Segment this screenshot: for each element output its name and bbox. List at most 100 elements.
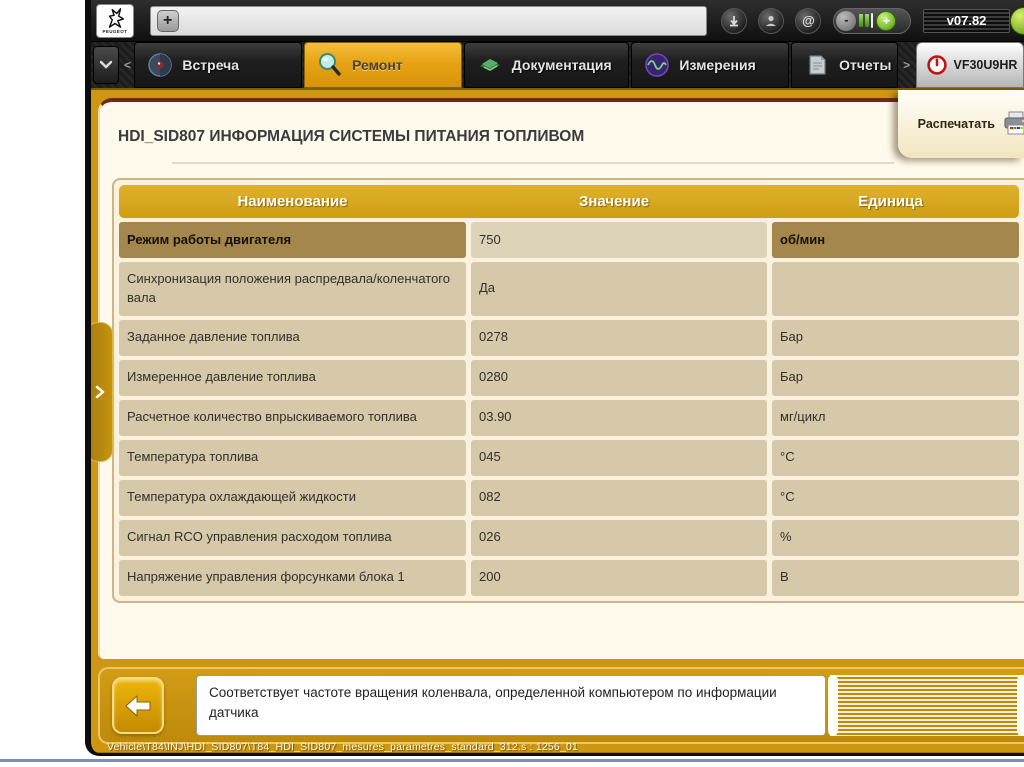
name-cell[interactable]: Температура охлаждающей жидкости <box>119 480 466 516</box>
window-bottom-edge <box>91 752 1024 756</box>
table-row[interactable]: Температура топлива 045 °C <box>119 440 1019 476</box>
parameters-table: Наименование Значение Единица Режим рабо… <box>112 178 1024 603</box>
chevron-right-icon <box>95 385 105 399</box>
name-cell[interactable]: Заданное давление топлива <box>119 320 466 356</box>
unit-cell[interactable] <box>772 262 1019 316</box>
tab-label: Ремонт <box>352 57 403 73</box>
tab-measurements[interactable]: Измерения <box>631 42 789 88</box>
tab-label: Отчеты <box>839 57 891 73</box>
parameter-description: Соответствует частоте вращения коленвала… <box>196 675 826 736</box>
magnifier-icon <box>317 52 343 78</box>
email-button[interactable]: @ <box>795 8 821 34</box>
value-cell[interactable]: 082 <box>471 480 767 516</box>
value-cell[interactable]: 0278 <box>471 320 767 356</box>
back-arrow-icon <box>123 694 153 718</box>
print-label: Распечатать <box>918 117 995 131</box>
name-cell[interactable]: Сигнал RCO управления расходом топлива <box>119 520 466 556</box>
toolbar-buttons: @ <box>721 8 821 34</box>
slider-bars <box>859 13 873 28</box>
name-cell[interactable]: Температура топлива <box>119 440 466 476</box>
unit-cell[interactable]: мг/цикл <box>772 400 1019 436</box>
value-cell[interactable]: 045 <box>471 440 767 476</box>
zoom-in-button[interactable]: + <box>876 11 896 31</box>
unit-cell[interactable]: Бар <box>772 320 1019 356</box>
tab-label: Измерения <box>679 57 755 73</box>
zoom-out-button[interactable]: - <box>836 11 856 31</box>
report-icon <box>804 52 830 78</box>
unit-cell[interactable]: °C <box>772 440 1019 476</box>
name-cell[interactable]: Расчетное количество впрыскиваемого топл… <box>119 400 466 436</box>
chevron-down-icon <box>99 60 113 70</box>
address-bar[interactable]: + <box>150 6 708 36</box>
download-button[interactable] <box>721 8 747 34</box>
title-divider <box>172 162 894 164</box>
tab-scroll-left[interactable]: < <box>121 42 135 88</box>
user-button[interactable] <box>758 8 784 34</box>
zoom-slider[interactable]: - + <box>833 8 910 34</box>
unit-cell[interactable]: °C <box>772 480 1019 516</box>
name-cell[interactable]: Напряжение управления форсунками блока 1 <box>119 560 466 596</box>
print-button[interactable]: Распечатать <box>898 90 1024 158</box>
decorative-stripes <box>830 675 1024 736</box>
vehicle-vin-label: VF30U9HR <box>954 58 1018 72</box>
tab-meeting[interactable]: Встреча <box>134 42 302 88</box>
meeting-icon <box>147 52 173 78</box>
side-panel-expander[interactable] <box>86 322 113 462</box>
content-area: Распечатать HDI_SID807 ИНФОРМАЦИЯ СИСТЕМ… <box>91 88 1024 756</box>
peugeot-logo: PEUGEOT <box>96 4 134 38</box>
table-header-row: Наименование Значение Единица <box>119 185 1019 218</box>
at-icon: @ <box>802 13 815 28</box>
lion-icon <box>104 7 126 29</box>
table-row[interactable]: Расчетное количество впрыскиваемого топл… <box>119 400 1019 436</box>
version-badge: v07.82 <box>923 9 1010 33</box>
tab-reports[interactable]: Отчеты <box>791 42 898 88</box>
table-body: Режим работы двигателя 750 об/мин Синхро… <box>119 222 1019 596</box>
collapse-tabs-button[interactable] <box>93 46 119 84</box>
diagnostic-app-window: PEUGEOT + @ - + <box>85 0 1024 756</box>
table-row[interactable]: Измеренное давление топлива 0280 Бар <box>119 360 1019 396</box>
value-cell[interactable]: Да <box>471 262 767 316</box>
table-row[interactable]: Синхронизация положения распредвала/коле… <box>119 262 1019 316</box>
value-cell[interactable]: 03.90 <box>471 400 767 436</box>
name-cell[interactable]: Измеренное давление топлива <box>119 360 466 396</box>
table-row[interactable]: Напряжение управления форсунками блока 1… <box>119 560 1019 596</box>
value-cell[interactable]: 200 <box>471 560 767 596</box>
tab-label: Документация <box>512 57 612 73</box>
back-button[interactable] <box>112 677 164 734</box>
column-header-value: Значение <box>466 193 762 210</box>
download-icon <box>727 14 741 28</box>
value-cell[interactable]: 0280 <box>471 360 767 396</box>
user-icon <box>764 14 778 28</box>
column-header-unit: Единица <box>762 193 1019 210</box>
page-title: HDI_SID807 ИНФОРМАЦИЯ СИСТЕМЫ ПИТАНИЯ ТО… <box>118 128 1024 146</box>
tab-repair[interactable]: Ремонт <box>304 42 462 88</box>
add-button[interactable]: + <box>157 10 179 32</box>
logo-label: PEUGEOT <box>102 29 127 34</box>
unit-cell[interactable]: % <box>772 520 1019 556</box>
value-cell[interactable]: 026 <box>471 520 767 556</box>
parameters-panel: HDI_SID807 ИНФОРМАЦИЯ СИСТЕМЫ ПИТАНИЯ ТО… <box>98 98 1024 659</box>
unit-cell[interactable]: Бар <box>772 360 1019 396</box>
assistance-icon[interactable] <box>1010 7 1024 35</box>
book-icon <box>477 52 503 78</box>
main-tab-bar: < Встреча Ремонт Документация <box>91 41 1024 88</box>
unit-cell[interactable]: В <box>772 560 1019 596</box>
table-row[interactable]: Сигнал RCO управления расходом топлива 0… <box>119 520 1019 556</box>
name-cell[interactable]: Режим работы двигателя <box>119 222 466 258</box>
power-icon <box>927 55 947 75</box>
value-cell[interactable]: 750 <box>471 222 767 258</box>
bottom-bar: Соответствует частоте вращения коленвала… <box>98 667 1024 744</box>
tab-label: Встреча <box>182 57 239 73</box>
unit-cell[interactable]: об/мин <box>772 222 1019 258</box>
table-row[interactable]: Температура охлаждающей жидкости 082 °C <box>119 480 1019 516</box>
tab-documentation[interactable]: Документация <box>464 42 630 88</box>
table-row[interactable]: Режим работы двигателя 750 об/мин <box>119 222 1019 258</box>
table-row[interactable]: Заданное давление топлива 0278 Бар <box>119 320 1019 356</box>
bottom-accent-line <box>0 759 1024 762</box>
tab-scroll-right[interactable]: > <box>900 42 914 88</box>
tab-vehicle-session[interactable]: VF30U9HR <box>916 42 1024 88</box>
printer-icon <box>1001 109 1024 139</box>
waveform-icon <box>644 52 670 78</box>
name-cell[interactable]: Синхронизация положения распредвала/коле… <box>119 262 466 316</box>
column-header-name: Наименование <box>119 193 466 210</box>
